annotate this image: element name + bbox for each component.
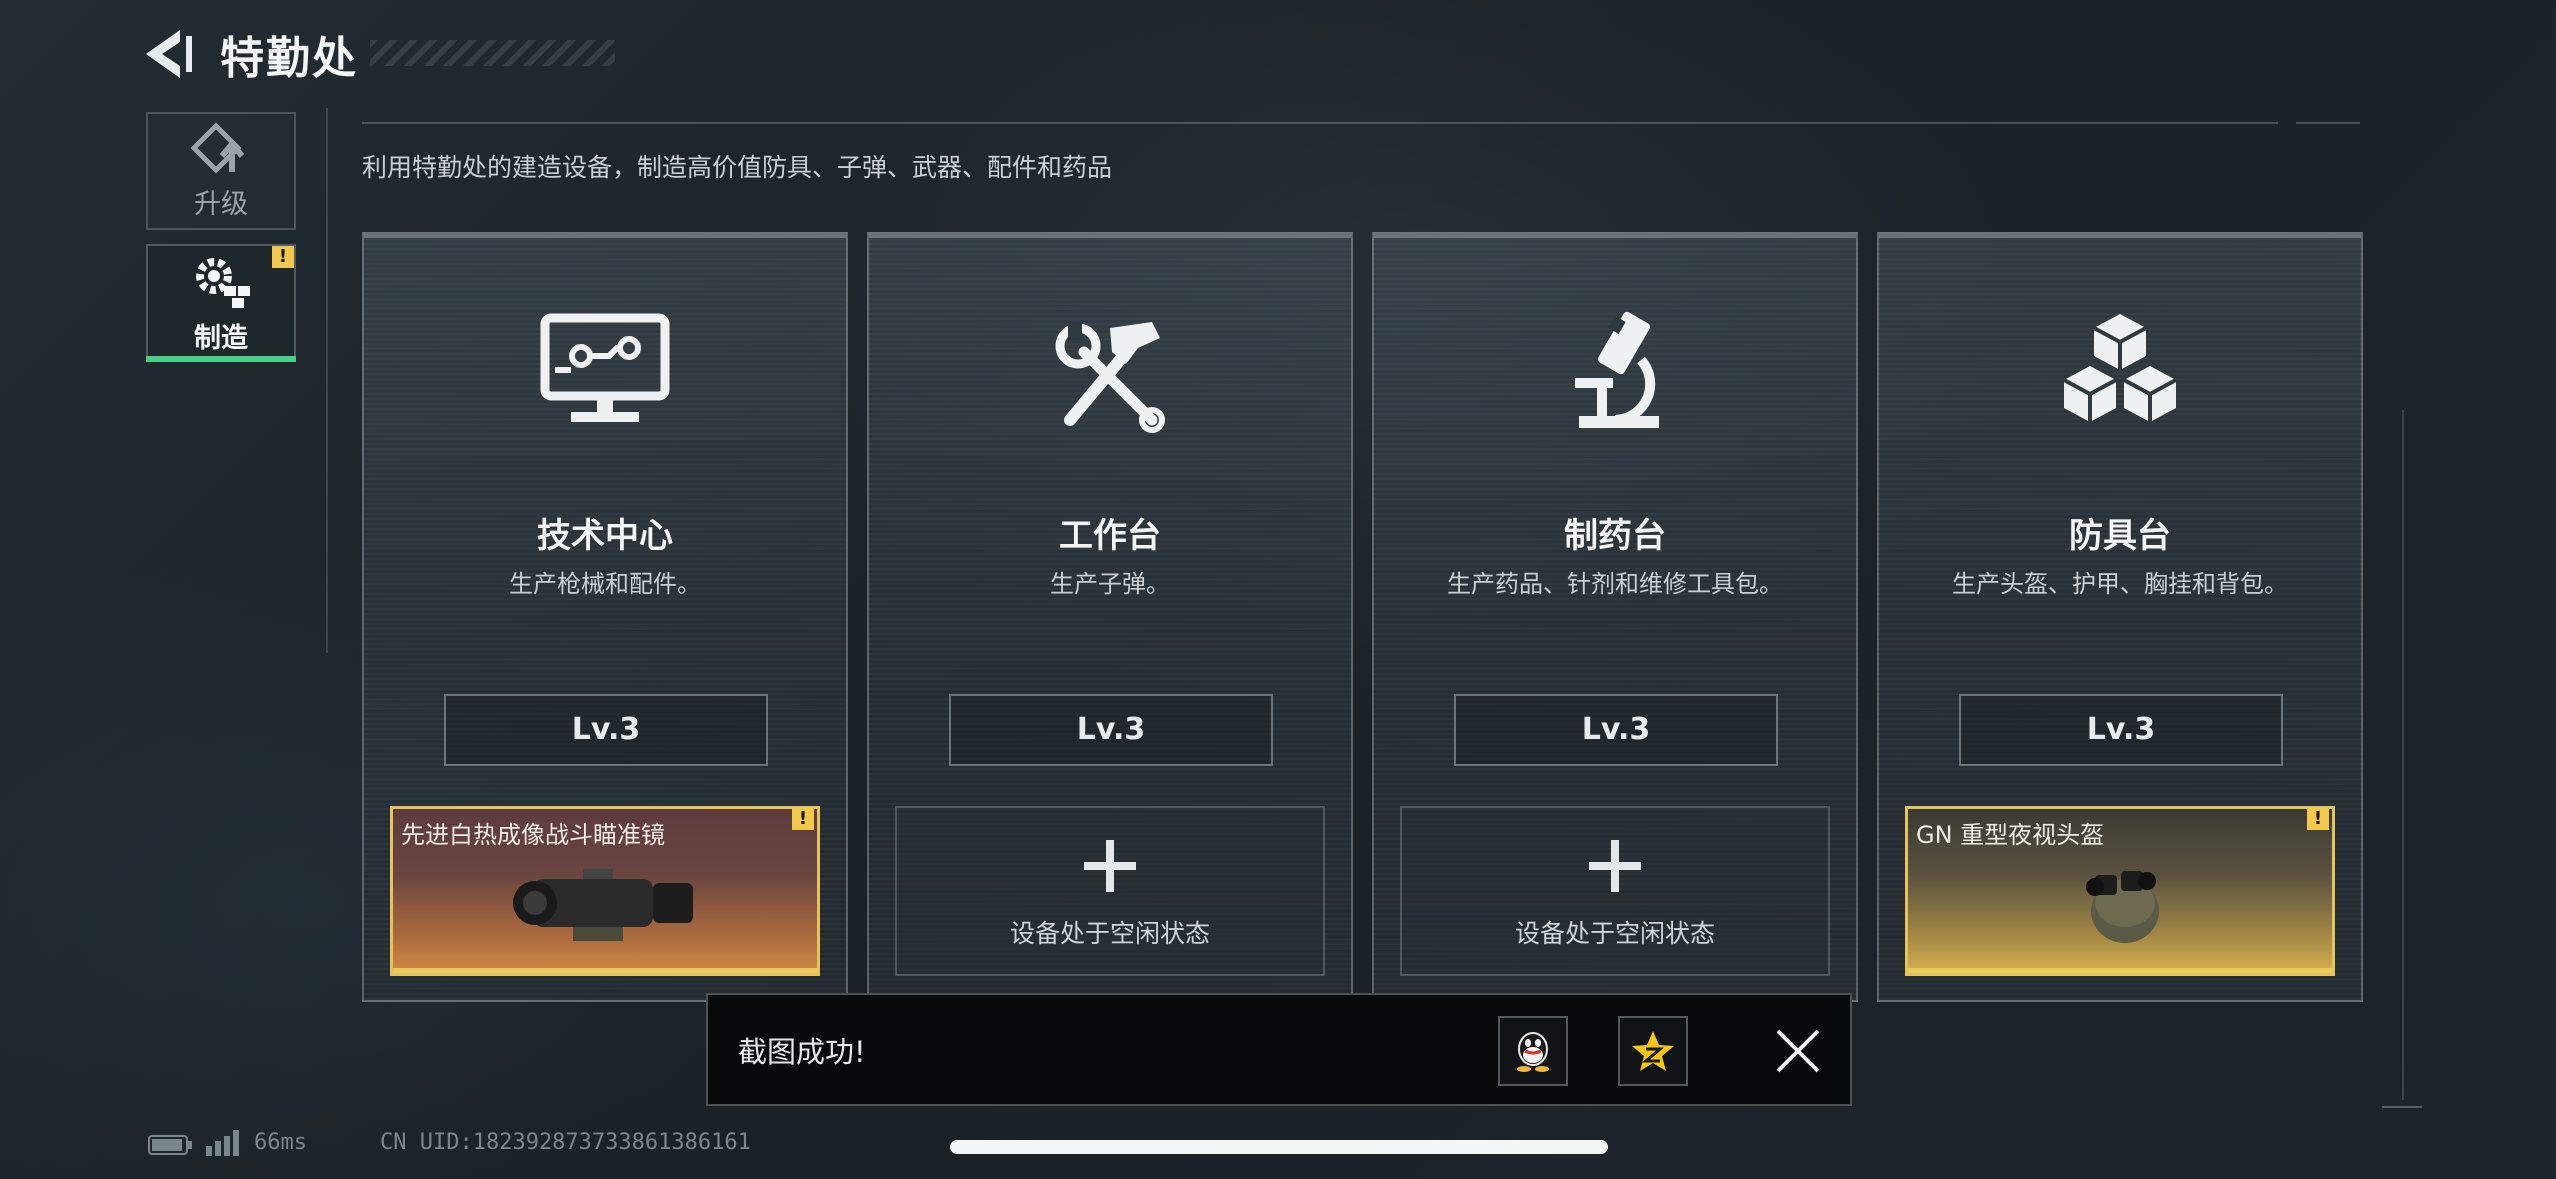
page-title: 特勤处 (220, 33, 358, 84)
station-name: 技术中心 (537, 516, 673, 556)
screenshot-toast: 截图成功! (706, 993, 1852, 1106)
monitor-icon (540, 313, 670, 422)
station-level: Lv.3 (1959, 694, 2283, 766)
gear-cubes-icon (196, 257, 250, 308)
slot-item-name: GN 重型夜视头盔 (1916, 821, 2105, 849)
corner-decoration (2382, 1106, 2422, 1108)
share-qq-button[interactable] (1498, 1016, 1568, 1086)
progress-bar (393, 968, 817, 973)
station-desc: 生产子弹。 (1050, 570, 1170, 598)
nav-item-upgrade[interactable]: 升级 (146, 112, 296, 230)
divider (2296, 122, 2360, 124)
progress-bar (1908, 968, 2332, 973)
signal-icon (206, 1130, 239, 1156)
station-name: 防具台 (2069, 516, 2171, 556)
production-slot[interactable]: 设备处于空闲状态 (1400, 806, 1830, 976)
production-slot[interactable]: GN 重型夜视头盔 (1905, 806, 2335, 976)
qq-icon (1517, 1032, 1549, 1072)
share-qzone-button[interactable] (1618, 1016, 1688, 1086)
production-slot[interactable]: 设备处于空闲状态 (895, 806, 1325, 976)
station-desc: 生产枪械和配件。 (509, 570, 701, 598)
divider (2402, 410, 2404, 1100)
toast-message: 截图成功! (738, 1035, 866, 1069)
alert-badge-icon: ! (2307, 808, 2329, 830)
cubes-icon (2063, 314, 2177, 422)
screen: { "header": { "title": "特勤处", "back_icon… (0, 0, 2556, 1179)
station-name: 制药台 (1564, 516, 1666, 556)
station-card-armor[interactable]: 防具台 生产头盔、护甲、胸挂和背包。 Lv.3 GN 重型夜视头盔 ! (1877, 232, 2363, 1002)
ping-value: 66ms (254, 1130, 307, 1155)
upgrade-arrow-icon (190, 121, 245, 174)
user-uid: CN UID:1823928737338613861​61 (380, 1130, 751, 1155)
station-card-tech-center[interactable]: 技术中心 生产枪械和配件。 Lv.3 先进白热成像战斗瞄准镜 ! (362, 232, 848, 1002)
title-decoration (370, 40, 615, 66)
plus-icon (1589, 840, 1641, 892)
qzone-icon (1632, 1031, 1674, 1071)
station-level: Lv.3 (1454, 694, 1778, 766)
divider (362, 122, 2278, 124)
page-subtitle: 利用特勤处的建造设备，制造高价值防具、子弹、武器、配件和药品 (362, 153, 1113, 182)
slot-item-name: 先进白热成像战斗瞄准镜 (401, 821, 665, 849)
back-arrow-icon[interactable] (140, 26, 200, 82)
station-card-workbench[interactable]: 工作台 生产子弹。 Lv.3 设备处于空闲状态 (867, 232, 1353, 1002)
thermal-scope-icon (513, 869, 693, 941)
close-icon[interactable] (1768, 1021, 1828, 1081)
production-slot[interactable]: 先进白热成像战斗瞄准镜 (390, 806, 820, 976)
station-level: Lv.3 (444, 694, 768, 766)
alert-badge-icon: ! (272, 246, 294, 268)
nav-label-craft: 制造 (194, 322, 248, 354)
active-tab-indicator (146, 356, 296, 362)
slot-status: 设备处于空闲状态 (1514, 919, 1715, 948)
microscope-icon (1575, 311, 1659, 428)
plus-icon (1084, 840, 1136, 892)
battery-icon (148, 1135, 192, 1155)
station-card-pharmacy[interactable]: 制药台 生产药品、针剂和维修工具包。 Lv.3 设备处于空闲状态 (1372, 232, 1858, 1002)
slot-status: 设备处于空闲状态 (1009, 919, 1210, 948)
hammer-wrench-icon (1055, 322, 1165, 433)
nav-label-upgrade: 升级 (194, 188, 248, 220)
home-indicator[interactable] (950, 1140, 1608, 1154)
alert-badge-icon: ! (792, 808, 814, 830)
station-name: 工作台 (1059, 516, 1161, 556)
station-desc: 生产头盔、护甲、胸挂和背包。 (1952, 570, 2288, 598)
station-desc: 生产药品、针剂和维修工具包。 (1447, 570, 1783, 598)
station-level: Lv.3 (949, 694, 1273, 766)
nvg-helmet-icon (2086, 871, 2159, 943)
divider (326, 108, 328, 653)
